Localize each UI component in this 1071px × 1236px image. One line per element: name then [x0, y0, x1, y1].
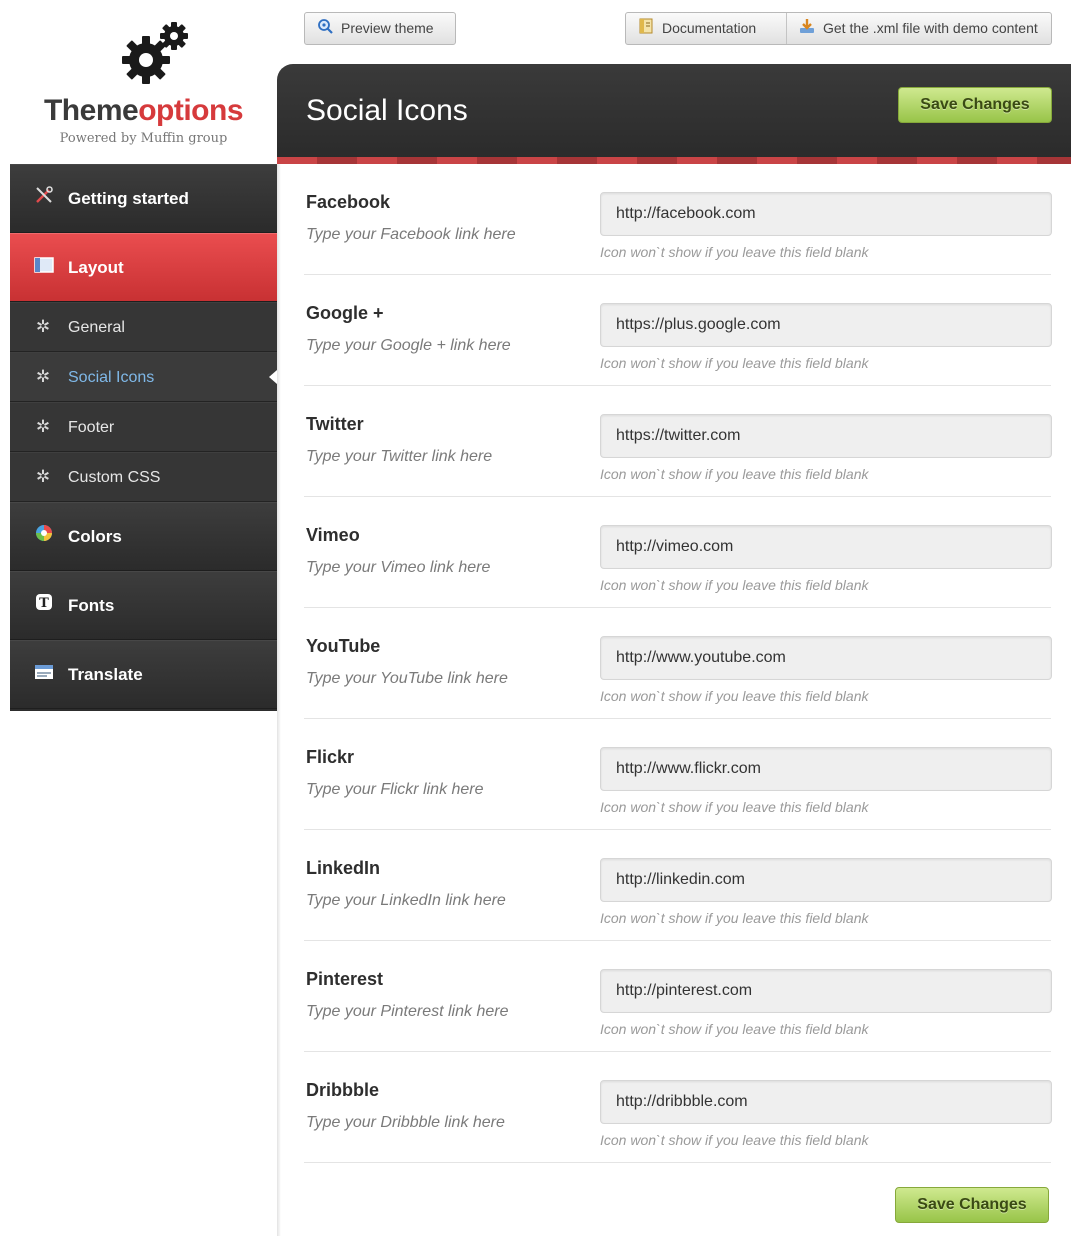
field-description: Type your YouTube link here: [306, 670, 508, 687]
field-hint: Icon won`t show if you leave this field …: [600, 1021, 869, 1037]
facebook-url-input[interactable]: [600, 192, 1052, 236]
field-label: Facebook: [306, 192, 391, 212]
field-label: Vimeo: [306, 525, 360, 545]
field-row-dribbble: Dribbble Type your Dribbble link here Ic…: [304, 1052, 1052, 1163]
social-fields-list: Facebook Type your Facebook link here Ic…: [277, 164, 1071, 1163]
sidebar-item-layout[interactable]: Layout: [10, 233, 277, 302]
field-row-pinterest: Pinterest Type your Pinterest link here …: [304, 941, 1052, 1052]
sidebar-item-social-icons[interactable]: ✲ Social Icons: [10, 352, 277, 402]
svg-text:T: T: [39, 596, 49, 611]
gear-icon: ✲: [35, 417, 51, 436]
field-hint: Icon won`t show if you leave this field …: [600, 466, 869, 482]
sidebar-item-getting-started[interactable]: Getting started: [10, 164, 277, 233]
field-label: Dribbble: [306, 1080, 380, 1100]
field-label: YouTube: [306, 636, 381, 656]
brand-name: Themeoptions: [43, 94, 244, 127]
field-description: Type your LinkedIn link here: [306, 892, 506, 909]
field-row-facebook: Facebook Type your Facebook link here Ic…: [304, 164, 1052, 275]
save-changes-button[interactable]: Save Changes: [898, 87, 1052, 123]
tools-icon: [34, 166, 54, 234]
field-label: LinkedIn: [306, 858, 381, 878]
brand-tagline: Powered by Muffin group: [59, 131, 228, 146]
field-label: Flickr: [306, 747, 355, 767]
field-hint: Icon won`t show if you leave this field …: [600, 799, 869, 815]
field-description: Type your Google + link here: [306, 337, 511, 354]
field-description: Type your Pinterest link here: [306, 1003, 509, 1020]
sidebar-item-footer[interactable]: ✲ Footer: [10, 402, 277, 452]
download-icon: [799, 14, 815, 45]
field-description: Type your Flickr link here: [306, 781, 484, 798]
field-row-google-plus: Google + Type your Google + link here Ic…: [304, 275, 1052, 386]
active-pointer: [269, 370, 277, 384]
twitter-url-input[interactable]: [600, 414, 1052, 458]
field-row-twitter: Twitter Type your Twitter link here Icon…: [304, 386, 1052, 497]
field-hint: Icon won`t show if you leave this field …: [600, 355, 869, 371]
field-row-linkedin: LinkedIn Type your LinkedIn link here Ic…: [304, 830, 1052, 941]
field-hint: Icon won`t show if you leave this field …: [600, 910, 869, 926]
panel-edge: [277, 164, 281, 1236]
field-hint: Icon won`t show if you leave this field …: [600, 1132, 869, 1148]
toolbar-button-group: Documentation Get the .xml file with dem…: [625, 12, 1052, 45]
field-description: Type your Facebook link here: [306, 226, 516, 243]
field-label: Pinterest: [306, 969, 384, 989]
document-icon: [638, 14, 654, 45]
field-label: Google +: [306, 303, 384, 323]
gear-icon: ✲: [35, 317, 51, 336]
dribbble-url-input[interactable]: [600, 1080, 1052, 1124]
field-description: Type your Dribbble link here: [306, 1114, 505, 1131]
vimeo-url-input[interactable]: [600, 525, 1052, 569]
field-label: Twitter: [306, 414, 364, 434]
flickr-url-input[interactable]: [600, 747, 1052, 791]
gears-icon: [122, 22, 188, 84]
gear-icon: ✲: [35, 467, 51, 486]
page-title: Social Icons: [306, 94, 468, 127]
preview-theme-button[interactable]: Preview theme: [304, 12, 456, 45]
panel-header: Social Icons Save Changes: [277, 64, 1071, 164]
field-row-youtube: YouTube Type your YouTube link here Icon…: [304, 608, 1052, 719]
gear-icon: ✲: [35, 367, 51, 386]
field-row-vimeo: Vimeo Type your Vimeo link here Icon won…: [304, 497, 1052, 608]
download-xml-button[interactable]: Get the .xml file with demo content: [786, 13, 1051, 44]
field-row-flickr: Flickr Type your Flickr link here Icon w…: [304, 719, 1052, 830]
field-hint: Icon won`t show if you leave this field …: [600, 577, 869, 593]
field-hint: Icon won`t show if you leave this field …: [600, 244, 869, 260]
sidebar-item-colors[interactable]: Colors: [10, 502, 277, 571]
sidebar-item-translate[interactable]: Translate: [10, 640, 277, 709]
sidebar-item-custom-css[interactable]: ✲ Custom CSS: [10, 452, 277, 502]
translate-icon: [34, 642, 54, 710]
logo: Themeoptions Powered by Muffin group: [10, 0, 277, 164]
linkedin-url-input[interactable]: [600, 858, 1052, 902]
sidebar-item-fonts[interactable]: T Fonts: [10, 571, 277, 640]
documentation-button[interactable]: Documentation: [626, 13, 786, 44]
field-description: Type your Vimeo link here: [306, 559, 491, 576]
font-icon: T: [34, 573, 54, 641]
color-wheel-icon: [34, 504, 54, 572]
google-plus-url-input[interactable]: [600, 303, 1052, 347]
youtube-url-input[interactable]: [600, 636, 1052, 680]
sidebar-item-general[interactable]: ✲ General: [10, 302, 277, 352]
save-changes-bottom-button[interactable]: Save Changes: [895, 1187, 1049, 1223]
layout-icon: [34, 235, 54, 303]
pinterest-url-input[interactable]: [600, 969, 1052, 1013]
field-description: Type your Twitter link here: [306, 448, 493, 465]
magnifier-icon: [317, 14, 333, 45]
sidebar: Getting started Layout ✲ General ✲ Social …: [10, 164, 277, 711]
header-stripe: [277, 157, 1071, 164]
field-hint: Icon won`t show if you leave this field …: [600, 688, 869, 704]
content-panel: Social Icons Save Changes Facebook Type …: [277, 64, 1071, 1236]
